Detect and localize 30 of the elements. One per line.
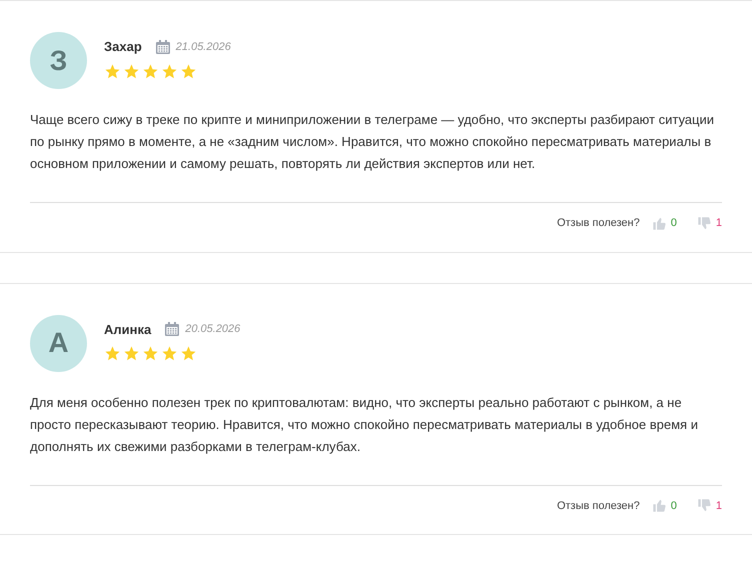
- thumbs-down-icon[interactable]: [696, 216, 712, 231]
- star-icon: [161, 345, 178, 362]
- star-icon: [161, 62, 178, 80]
- calendar-icon: [156, 40, 170, 54]
- helpful-label: Отзыв полезен?: [556, 216, 640, 231]
- like-count: 0: [670, 498, 677, 514]
- star-icon: [123, 345, 140, 362]
- star-icon: [180, 345, 197, 362]
- review-text: Для меня особенно полезен трек по криптовалютам: видно, что эксперты реально работают с рынком, а не просто пересказывают теорию. Нравится, что можно спокойно пересматривать материалы в удобное время и дополнять их свежими разборками в телеграм-клубах.: [30, 394, 699, 456]
- avatar: З: [30, 32, 87, 89]
- review-date: 20.05.2026: [185, 322, 240, 337]
- avatar: А: [30, 314, 87, 372]
- author-name: Захар: [104, 38, 142, 56]
- dislike-count: 1: [716, 216, 722, 231]
- thumbs-up-icon[interactable]: [652, 498, 667, 514]
- thumbs-up-icon[interactable]: [652, 216, 667, 231]
- review-text: Чаще всего сижу в треке по крипте и миниприложении в телеграме — удобно, что эксперты разбирают ситуации по рынку прямо в моменте, а не «задним числом». Нравится, что можно спокойно пересматривать материалы в основном приложении и самому решать, повторять ли действия экспертов или нет.: [30, 111, 715, 173]
- star-icon: [104, 345, 121, 362]
- star-icon: [142, 345, 159, 362]
- star-icon: [123, 62, 140, 80]
- thumbs-down-icon[interactable]: [696, 498, 712, 514]
- star-icon: [104, 62, 121, 80]
- author-name: Алинка: [104, 320, 152, 338]
- helpful-label: Отзыв полезен?: [556, 498, 640, 514]
- dislike-count: 1: [716, 498, 722, 514]
- star-icon: [180, 62, 197, 80]
- review-date: 21.05.2026: [176, 40, 231, 54]
- like-count: 0: [670, 216, 677, 231]
- calendar-icon: [165, 322, 180, 336]
- star-icon: [142, 62, 159, 80]
